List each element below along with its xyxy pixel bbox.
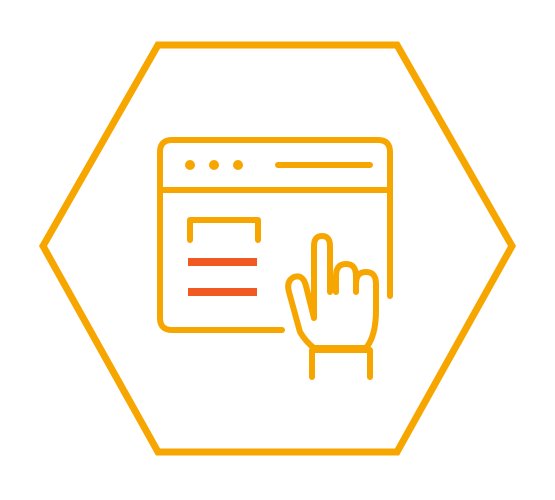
content-bracket (187, 217, 261, 243)
hand-cuff (309, 347, 373, 380)
window-control-dot-3 (233, 160, 243, 170)
content-bar-2 (188, 288, 257, 296)
content-bar-1 (188, 258, 257, 266)
form-bars-icon (187, 217, 261, 296)
icon-canvas (0, 0, 555, 500)
hexagon-frame-icon (38, 41, 517, 456)
click-web-page-illustration (38, 41, 517, 456)
pointing-hand-icon (285, 233, 379, 380)
window-control-dot-2 (209, 160, 219, 170)
hand-outline (285, 233, 379, 351)
browser-window-outline (157, 137, 393, 333)
browser-window-icon (157, 137, 393, 333)
window-control-dot-1 (185, 160, 195, 170)
